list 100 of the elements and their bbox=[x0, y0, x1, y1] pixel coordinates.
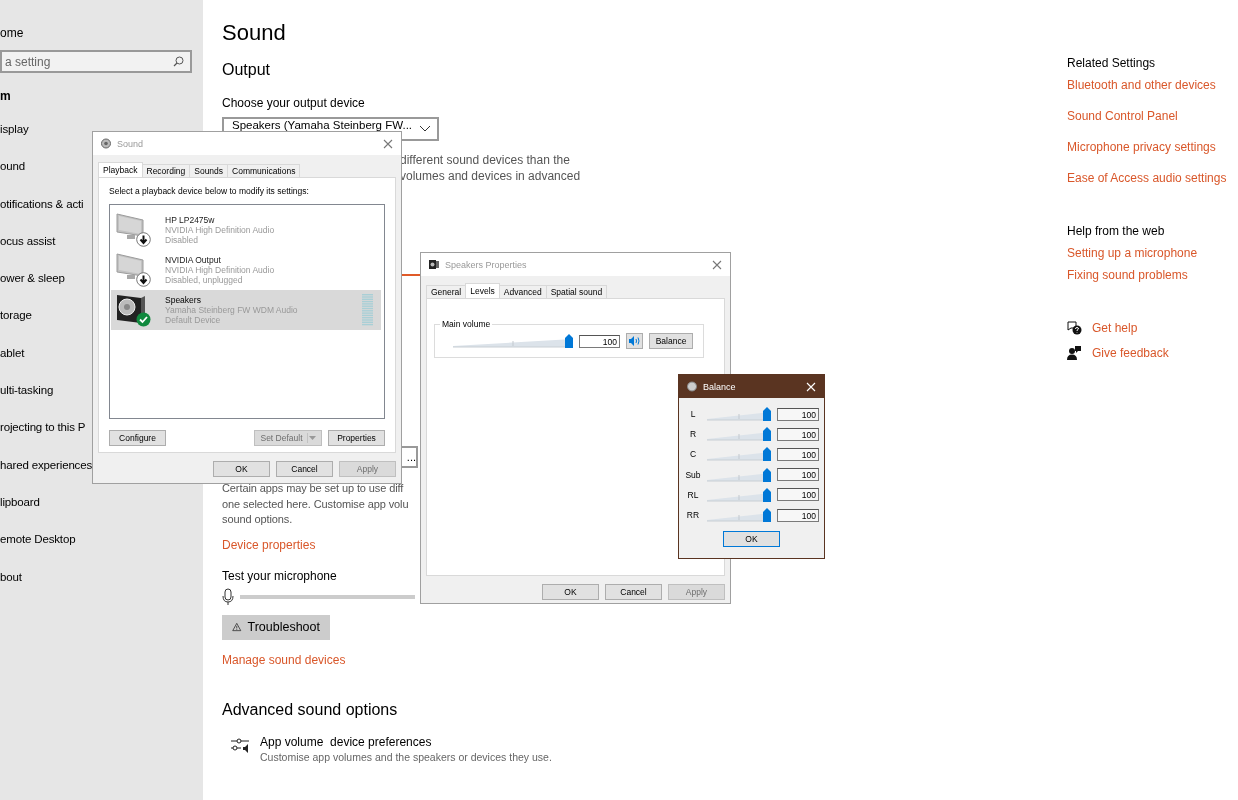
microphone-icon bbox=[222, 587, 234, 606]
field-label: Choose your output device bbox=[222, 95, 365, 111]
tab[interactable]: Sounds bbox=[189, 164, 229, 177]
dialog-button[interactable]: Properties bbox=[328, 430, 385, 446]
help-text: volumes and devices in advanced bbox=[400, 168, 581, 184]
give-feedback-link[interactable]: Give feedback bbox=[1092, 345, 1169, 361]
related-link[interactable]: Ease of Access audio settings bbox=[1067, 170, 1227, 186]
caret-icon bbox=[306, 433, 316, 443]
manage-devices-link[interactable]: Manage sound devices bbox=[222, 651, 346, 668]
nav-item[interactable]: hared experiences bbox=[0, 446, 93, 484]
tab[interactable]: Playback bbox=[98, 162, 143, 177]
tab[interactable]: Communications bbox=[227, 164, 301, 177]
tab[interactable]: Levels bbox=[465, 283, 500, 298]
channel-value-field[interactable]: 100 bbox=[777, 508, 819, 522]
nav-item[interactable]: bout bbox=[0, 558, 22, 596]
tab[interactable]: Advanced bbox=[498, 285, 547, 298]
device-name: NVIDIA Output bbox=[165, 254, 221, 265]
channel-value-field[interactable]: 100 bbox=[777, 468, 819, 482]
nav-item[interactable]: ocus assist bbox=[0, 222, 56, 261]
device-driver: NVIDIA High Definition Audio bbox=[165, 224, 275, 236]
nav-item[interactable]: lipboard bbox=[0, 483, 40, 522]
device-name: Speakers bbox=[165, 294, 201, 305]
speaker-icon bbox=[429, 259, 439, 270]
related-link[interactable]: Sound Control Panel bbox=[1067, 108, 1178, 124]
help-text: Certain apps may be set up to use diff bbox=[222, 481, 404, 496]
mute-button[interactable] bbox=[626, 333, 643, 349]
nav-item[interactable]: ulti-tasking bbox=[0, 372, 54, 410]
window-title: Sound bbox=[117, 138, 145, 149]
slider-thumb[interactable] bbox=[763, 467, 771, 482]
slider-thumb[interactable] bbox=[763, 407, 771, 422]
get-help-link[interactable]: Get help bbox=[1092, 320, 1138, 336]
channel-label: C bbox=[688, 449, 698, 460]
group-label: Main volume bbox=[440, 319, 493, 329]
channel-label: RR bbox=[685, 510, 701, 521]
speaker-icon bbox=[687, 381, 697, 392]
device-properties-link[interactable]: Device properties bbox=[222, 536, 316, 553]
help-text: sound options. bbox=[222, 512, 293, 527]
dialog-button[interactable]: OK bbox=[542, 584, 599, 600]
search-field[interactable]: a setting bbox=[0, 50, 192, 73]
channel-value-field[interactable]: 100 bbox=[777, 447, 819, 461]
help-link[interactable]: Setting up a microphone bbox=[1067, 245, 1198, 261]
nav-item[interactable]: ablet bbox=[0, 334, 25, 373]
nav-item[interactable]: otifications & acti bbox=[0, 185, 84, 223]
channel-value-field[interactable]: 100 bbox=[777, 488, 819, 502]
dialog-button[interactable]: Cancel bbox=[276, 461, 333, 477]
app-volume-link[interactable]: App volume device preferences bbox=[260, 733, 552, 750]
nav-item[interactable]: ower & sleep bbox=[0, 260, 65, 298]
troubleshoot-button[interactable]: Troubleshoot bbox=[222, 614, 330, 640]
feedback-icon bbox=[1067, 346, 1082, 360]
help-icon bbox=[1067, 321, 1082, 335]
tab[interactable]: Recording bbox=[141, 164, 191, 177]
tab[interactable]: Spatial sound bbox=[545, 285, 608, 298]
slider-thumb[interactable] bbox=[763, 427, 771, 442]
device-status: Disabled bbox=[165, 235, 199, 246]
slider-thumb[interactable] bbox=[763, 447, 771, 462]
dialog-button[interactable]: OK bbox=[213, 461, 270, 477]
channel-label: Sub bbox=[684, 469, 702, 480]
window-title: Speakers Properties bbox=[445, 259, 528, 270]
speaker-icon bbox=[101, 138, 111, 149]
device-status: Default Device bbox=[165, 315, 221, 326]
slider-thumb[interactable] bbox=[565, 334, 573, 348]
window-title: Balance bbox=[703, 381, 737, 392]
help-text: Customise app volumes and the speakers or devices they use. bbox=[260, 749, 552, 765]
related-link[interactable]: Bluetooth and other devices bbox=[1067, 77, 1216, 93]
instruction-text: Select a playback device below to modify its settings: bbox=[109, 186, 309, 196]
page-title: Sound bbox=[222, 19, 286, 47]
dialog-button[interactable]: Configure bbox=[109, 430, 166, 446]
help-link[interactable]: Fixing sound problems bbox=[1067, 267, 1188, 283]
warning-icon bbox=[232, 621, 242, 633]
volume-value-field[interactable]: 100 bbox=[579, 334, 620, 348]
nav-item[interactable]: ound bbox=[0, 148, 25, 186]
nav-item[interactable]: rojecting to this P bbox=[0, 409, 86, 447]
slider-thumb[interactable] bbox=[763, 508, 771, 523]
speaker-icon bbox=[629, 336, 640, 346]
balance-button[interactable]: Balance bbox=[649, 333, 693, 349]
channel-label: R bbox=[688, 429, 698, 440]
chevron-icon bbox=[419, 125, 431, 133]
nav-item[interactable]: ome bbox=[0, 25, 203, 41]
nav-item[interactable]: isplay bbox=[0, 111, 29, 149]
dialog-button[interactable]: Cancel bbox=[605, 584, 662, 600]
section-heading: Related Settings bbox=[1067, 55, 1156, 71]
channel-value-field[interactable]: 100 bbox=[777, 427, 819, 441]
help-text: different sound devices than the bbox=[400, 152, 570, 168]
sliders-icon bbox=[231, 736, 251, 755]
tab[interactable]: General bbox=[426, 285, 467, 298]
ok-button[interactable]: OK bbox=[723, 531, 780, 548]
channel-label: L bbox=[689, 409, 697, 420]
nav-item[interactable]: emote Desktop bbox=[0, 521, 76, 559]
section-heading: Output bbox=[222, 60, 271, 80]
nav-section: m bbox=[0, 88, 203, 104]
section-heading: Help from the web bbox=[1067, 223, 1165, 239]
channel-value-field[interactable]: 100 bbox=[777, 407, 819, 421]
slider-thumb[interactable] bbox=[763, 487, 771, 502]
nav-item[interactable]: torage bbox=[0, 297, 32, 335]
related-link[interactable]: Microphone privacy settings bbox=[1067, 139, 1216, 155]
monitor-icon bbox=[115, 212, 147, 242]
device-name: HP LP2475w bbox=[165, 214, 215, 225]
monitor-icon bbox=[115, 252, 147, 282]
device-status: Disabled, unplugged bbox=[165, 275, 243, 286]
channel-label: RL bbox=[686, 489, 700, 500]
